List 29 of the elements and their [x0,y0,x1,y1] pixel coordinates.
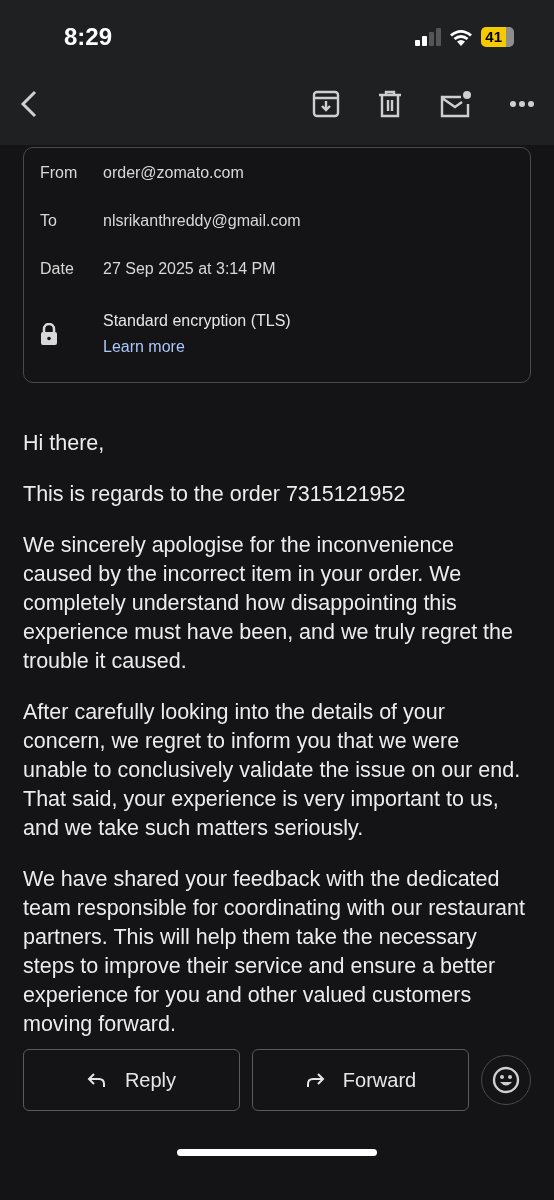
lock-icon [40,323,58,345]
back-button[interactable] [20,90,38,118]
detail-value: 27 Sep 2025 at 3:14 PM [103,260,276,278]
detail-label: Date [40,260,75,278]
archive-button[interactable] [312,90,340,118]
encryption-text: Standard encryption (TLS) [103,312,291,330]
body-paragraph: We sincerely apologise for the inconvenience caused by the incorrect item in your order. We completely understand how disappointing this experience must have been, and we truly regret the trouble it caused. [23,532,514,675]
body-paragraph: Hi there, [23,430,106,457]
status-time: 8:29 [64,23,113,51]
reply-icon [86,1072,107,1088]
detail-value: order@zomato.com [103,164,244,182]
forward-button[interactable]: Forward [252,1049,469,1111]
battery-level: 41 [481,27,514,47]
delete-button[interactable] [378,90,402,118]
wifi-icon [449,28,474,46]
signal-icon [415,28,442,46]
smiley-icon [492,1066,520,1094]
mark-unread-button[interactable] [440,90,472,118]
detail-value: nlsrikanthreddy@gmail.com [103,212,301,230]
body-paragraph: This is regards to the order 7315121952 [23,481,407,508]
emoji-button[interactable] [481,1055,531,1105]
detail-label: From [40,164,79,182]
body-paragraph: After carefully looking into the details of your concern, we regret to inform you that we were unable to conclusively validate the issue on our end. That said, your experience is very important to us, and we take such matters seriously. [23,699,522,842]
learn-more-link[interactable]: Learn more [103,338,185,356]
body-paragraph: We have shared your feedback with the dedicated team responsible for coordinating with our restaurant partners. This will help them take the necessary steps to improve their service and ensure a better experience for you and other valued customers moving forward. [23,866,526,1038]
forward-icon [304,1072,325,1088]
reply-button[interactable]: Reply [23,1049,240,1111]
more-button[interactable] [510,101,534,107]
detail-label: To [40,212,58,230]
